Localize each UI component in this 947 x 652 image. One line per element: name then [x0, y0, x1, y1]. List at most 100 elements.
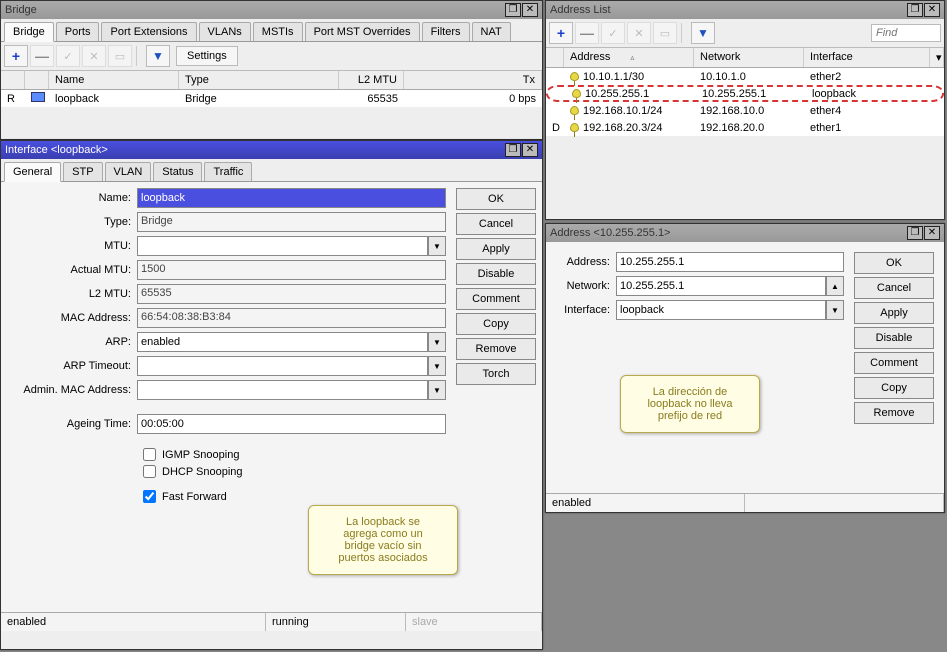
ok-button[interactable]: OK — [854, 252, 934, 274]
bridge-titlebar: Bridge ❐ ✕ — [1, 1, 542, 19]
ok-button[interactable]: OK — [456, 188, 536, 210]
settings-button[interactable]: Settings — [176, 46, 238, 66]
bridge-title: Bridge — [5, 4, 505, 16]
interface-field[interactable] — [616, 300, 826, 320]
address-window: Address <10.255.255.1> ❐ ✕ Address: Netw… — [545, 223, 945, 513]
tab-mstis[interactable]: MSTIs — [253, 22, 303, 41]
tab-bridge[interactable]: Bridge — [4, 22, 54, 42]
close-icon[interactable]: ✕ — [924, 3, 940, 17]
iface-titlebar: Interface <loopback> ❐ ✕ — [1, 141, 542, 159]
tab-filters[interactable]: Filters — [422, 22, 470, 41]
tab-stp[interactable]: STP — [63, 162, 102, 181]
find-input[interactable] — [871, 24, 941, 42]
restore-icon[interactable]: ❐ — [505, 3, 521, 17]
table-row[interactable]: 192.168.10.1/24192.168.10.0ether4 — [546, 102, 944, 119]
add-button[interactable]: + — [4, 45, 28, 67]
copy-button[interactable]: Copy — [456, 313, 536, 335]
igmp-snooping-checkbox[interactable] — [143, 448, 156, 461]
remove-button[interactable]: Remove — [854, 402, 934, 424]
name-field[interactable] — [137, 188, 446, 208]
bridge-icon — [31, 92, 45, 102]
disable-button[interactable]: ✕ — [627, 22, 651, 44]
torch-button[interactable]: Torch — [456, 363, 536, 385]
chevron-down-icon[interactable]: ▼ — [428, 380, 446, 400]
comment-button[interactable]: ▭ — [653, 22, 677, 44]
add-button[interactable]: + — [549, 22, 573, 44]
col-address[interactable]: Address▵ — [564, 48, 694, 67]
row-flag — [546, 76, 564, 78]
admin-mac-field[interactable] — [137, 380, 428, 400]
col-network[interactable]: Network — [694, 48, 804, 67]
disable-button[interactable]: Disable — [854, 327, 934, 349]
addr-titlebar: Address <10.255.255.1> ❐ ✕ — [546, 224, 944, 242]
remove-button[interactable]: — — [30, 45, 54, 67]
fast-forward-checkbox[interactable] — [143, 490, 156, 503]
table-row[interactable]: 10.10.1.1/3010.10.1.0ether2 — [546, 68, 944, 85]
arp-field[interactable] — [137, 332, 428, 352]
tab-port-extensions[interactable]: Port Extensions — [101, 22, 196, 41]
tab-traffic[interactable]: Traffic — [204, 162, 252, 181]
restore-icon[interactable]: ❐ — [505, 143, 521, 157]
col-tx[interactable]: Tx — [404, 71, 542, 89]
ageing-field[interactable] — [137, 414, 446, 434]
addrlist-table-body: 10.10.1.1/3010.10.1.0ether210.255.255.11… — [546, 68, 944, 136]
pin-icon — [572, 89, 581, 98]
table-row[interactable]: 10.255.255.110.255.255.1loopback — [546, 85, 944, 102]
remove-button[interactable]: Remove — [456, 338, 536, 360]
tab-general[interactable]: General — [4, 162, 61, 182]
bridge-table-header: Name Type L2 MTU Tx — [1, 71, 542, 90]
tab-port-mst-overrides[interactable]: Port MST Overrides — [305, 22, 420, 41]
disable-button[interactable]: Disable — [456, 263, 536, 285]
network-field[interactable] — [616, 276, 826, 296]
restore-icon[interactable]: ❐ — [907, 3, 923, 17]
comment-button[interactable]: Comment — [456, 288, 536, 310]
col-l2mtu[interactable]: L2 MTU — [339, 71, 404, 89]
address-field[interactable] — [616, 252, 844, 272]
row-flag: D — [546, 121, 564, 135]
col-interface[interactable]: Interface — [804, 48, 930, 67]
chevron-down-icon[interactable]: ▼ — [428, 356, 446, 376]
tab-nat[interactable]: NAT — [472, 22, 511, 41]
tab-vlans[interactable]: VLANs — [199, 22, 251, 41]
tab-vlan[interactable]: VLAN — [105, 162, 152, 181]
copy-button[interactable]: Copy — [854, 377, 934, 399]
chevron-up-icon[interactable]: ▲ — [826, 276, 844, 296]
pin-icon — [570, 72, 579, 81]
close-icon[interactable]: ✕ — [924, 226, 940, 240]
apply-button[interactable]: Apply — [456, 238, 536, 260]
table-row[interactable]: R loopback Bridge 65535 0 bps — [1, 90, 542, 107]
close-icon[interactable]: ✕ — [522, 143, 538, 157]
tab-ports[interactable]: Ports — [56, 22, 100, 41]
tab-status[interactable]: Status — [153, 162, 202, 181]
filter-button[interactable]: ▼ — [146, 45, 170, 67]
chevron-down-icon[interactable]: ▼ — [826, 300, 844, 320]
type-field: Bridge — [137, 212, 446, 232]
comment-button[interactable]: Comment — [854, 352, 934, 374]
apply-button[interactable]: Apply — [854, 302, 934, 324]
col-name[interactable]: Name — [49, 71, 179, 89]
table-row[interactable]: D192.168.20.3/24192.168.20.0ether1 — [546, 119, 944, 136]
enable-button[interactable]: ✓ — [601, 22, 625, 44]
callout-loopback-prefix: La dirección de loopback no lleva prefij… — [620, 375, 760, 433]
col-type[interactable]: Type — [179, 71, 339, 89]
cancel-button[interactable]: Cancel — [456, 213, 536, 235]
columns-menu-button[interactable]: ▾ — [930, 48, 944, 67]
chevron-down-icon[interactable]: ▼ — [428, 332, 446, 352]
remove-button[interactable]: — — [575, 22, 599, 44]
pin-icon — [570, 123, 579, 132]
mtu-field[interactable] — [137, 236, 428, 256]
addr-fields: Address: Network:▲ Interface:▼ — [556, 252, 844, 483]
cancel-button[interactable]: Cancel — [854, 277, 934, 299]
arp-timeout-field[interactable] — [137, 356, 428, 376]
dhcp-snooping-checkbox[interactable] — [143, 465, 156, 478]
comment-button[interactable]: ▭ — [108, 45, 132, 67]
close-icon[interactable]: ✕ — [522, 3, 538, 17]
disable-button[interactable]: ✕ — [82, 45, 106, 67]
filter-button[interactable]: ▼ — [691, 22, 715, 44]
bridge-window: Bridge ❐ ✕ Bridge Ports Port Extensions … — [0, 0, 543, 140]
addr-title: Address <10.255.255.1> — [550, 227, 907, 239]
restore-icon[interactable]: ❐ — [907, 226, 923, 240]
chevron-down-icon[interactable]: ▼ — [428, 236, 446, 256]
address-list-window: Address List ❐ ✕ + — ✓ ✕ ▭ ▼ Address▵ Ne… — [545, 0, 945, 220]
enable-button[interactable]: ✓ — [56, 45, 80, 67]
